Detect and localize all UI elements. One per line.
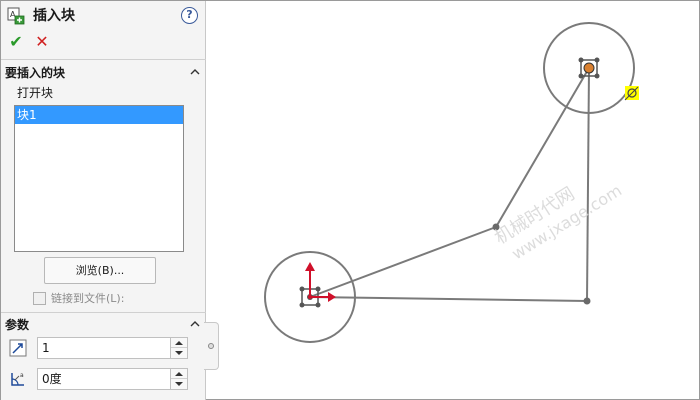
cancel-button[interactable]: ✕ [33, 33, 51, 51]
sketch-point[interactable] [583, 297, 591, 305]
link-to-file-label: 链接到文件(L): [51, 292, 125, 305]
divider [1, 312, 206, 313]
panel-title-bar: A 插入块 ? [7, 7, 202, 27]
panel-title: 插入块 [33, 8, 75, 24]
sketch-canvas[interactable] [207, 1, 700, 400]
params-section-header[interactable]: 参数 [5, 316, 202, 334]
sketch-line[interactable] [309, 296, 588, 302]
scale-row: 1 [7, 336, 188, 360]
list-item[interactable]: 块1 [15, 106, 183, 124]
origin-triad-icon [305, 262, 336, 302]
arrow-up-icon [175, 372, 183, 376]
angle-spinner [170, 368, 188, 390]
collapse-chevron-icon[interactable] [190, 319, 200, 329]
insert-block-icon: A [7, 7, 25, 25]
scale-input[interactable]: 1 [37, 337, 170, 359]
blocks-section-title: 要插入的块 [5, 66, 66, 80]
blocks-section-header[interactable]: 要插入的块 [5, 64, 202, 82]
help-icon[interactable]: ? [181, 7, 198, 24]
angle-increment-button[interactable] [171, 369, 187, 379]
application-window: A 插入块 ? ✔ ✕ 要插入的块 打开块 块1 浏览(B)... 链接到文件(… [0, 0, 700, 400]
rotation-angle-icon: a [11, 372, 24, 386]
angle-input[interactable]: 0度 [37, 368, 170, 390]
collapse-chevron-icon[interactable] [190, 67, 200, 77]
arrow-up-icon [175, 341, 183, 345]
insert-block-property-manager: A 插入块 ? ✔ ✕ 要插入的块 打开块 块1 浏览(B)... 链接到文件(… [1, 1, 206, 400]
coincident-relation-icon [624, 86, 639, 101]
block-center-marker[interactable] [578, 57, 600, 79]
arrow-down-icon [175, 351, 183, 355]
open-block-label: 打开块 [17, 86, 54, 100]
scale-icon [9, 339, 27, 357]
params-section-title: 参数 [5, 318, 30, 332]
browse-button[interactable]: 浏览(B)... [44, 257, 156, 284]
svg-text:a: a [20, 372, 24, 379]
scale-spinner [170, 337, 188, 359]
graphics-area[interactable]: 机械时代网 www.jxage.com [207, 1, 700, 400]
arrow-down-icon [175, 382, 183, 386]
scale-increment-button[interactable] [171, 338, 187, 348]
link-to-file-checkbox[interactable] [33, 292, 46, 305]
ok-button[interactable]: ✔ [7, 33, 25, 51]
block-list[interactable]: 块1 [14, 105, 184, 252]
divider [1, 59, 206, 60]
scale-decrement-button[interactable] [171, 348, 187, 358]
angle-decrement-button[interactable] [171, 379, 187, 389]
angle-row: a 0度 [7, 367, 188, 391]
